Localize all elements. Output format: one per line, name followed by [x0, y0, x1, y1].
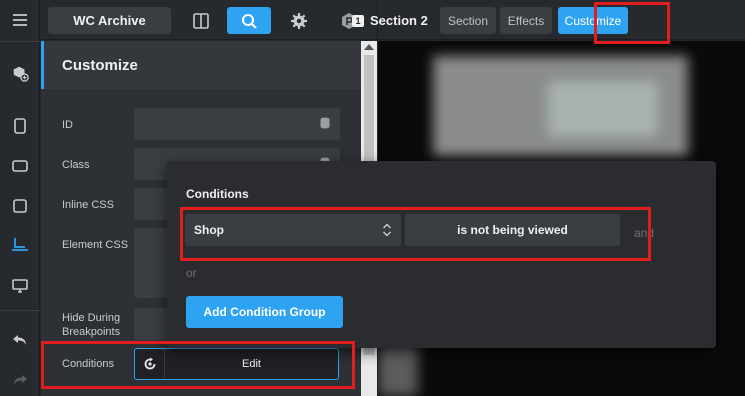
conditions-toggle[interactable]	[135, 349, 165, 379]
conditions-edit-button[interactable]: Edit	[165, 349, 338, 379]
left-rail	[0, 0, 40, 396]
tab-effects[interactable]: Effects	[500, 7, 552, 34]
add-element-icon[interactable]	[0, 55, 40, 91]
condition-operator-select[interactable]: is not being viewed	[405, 214, 620, 246]
tab-section[interactable]: Section	[440, 7, 496, 34]
popup-title: Conditions	[186, 187, 249, 201]
condition-subject-value: Shop	[194, 223, 224, 237]
scroll-up-arrow[interactable]	[364, 44, 374, 50]
tab-customize[interactable]: Customize	[558, 7, 628, 34]
condition-subject-select[interactable]: Shop	[185, 214, 401, 246]
and-link[interactable]: and	[634, 226, 654, 240]
field-label-inline-css: Inline CSS	[62, 199, 114, 211]
current-section[interactable]: 1 Section 2	[352, 7, 428, 34]
undo-icon[interactable]	[0, 322, 40, 358]
rail-divider	[0, 310, 40, 311]
database-icon	[320, 117, 330, 129]
id-input[interactable]	[134, 108, 340, 140]
blurred-content	[548, 81, 658, 136]
gear-icon	[291, 12, 307, 29]
blurred-content	[378, 341, 418, 396]
refresh-condition-icon	[144, 357, 155, 370]
phone-portrait-icon[interactable]	[0, 108, 40, 144]
tablet-icon[interactable]	[0, 188, 40, 224]
template-name-button[interactable]: WC Archive	[48, 7, 171, 34]
field-label-id: ID	[62, 119, 73, 131]
search-icon	[242, 13, 257, 29]
desktop-icon[interactable]	[0, 268, 40, 304]
section-name: Section 2	[370, 13, 428, 28]
conditions-field[interactable]: Edit	[134, 348, 339, 380]
columns-icon	[193, 12, 209, 29]
redo-icon[interactable]	[0, 362, 40, 396]
section-number-badge: 1	[352, 14, 364, 27]
menu-icon[interactable]	[0, 2, 40, 38]
conditions-popup: Conditions Shop is not being viewed and …	[167, 161, 716, 348]
conditions-label: Conditions	[62, 358, 114, 370]
settings-button[interactable]	[284, 7, 314, 34]
or-separator: or	[186, 266, 197, 280]
search-button[interactable]	[227, 7, 271, 34]
layout-toggle-button[interactable]	[186, 7, 216, 34]
field-label-class: Class	[62, 159, 90, 171]
panel-title: Customize	[41, 41, 361, 89]
laptop-icon[interactable]	[0, 226, 40, 262]
rail-divider	[0, 41, 40, 42]
chevron-up-down-icon	[383, 223, 391, 237]
field-label-element-css: Element CSS	[62, 239, 129, 251]
phone-landscape-icon[interactable]	[0, 148, 40, 184]
field-label-hide-breakpoints: Hide During Breakpoints	[62, 312, 121, 338]
add-condition-group-button[interactable]: Add Condition Group	[186, 296, 343, 328]
